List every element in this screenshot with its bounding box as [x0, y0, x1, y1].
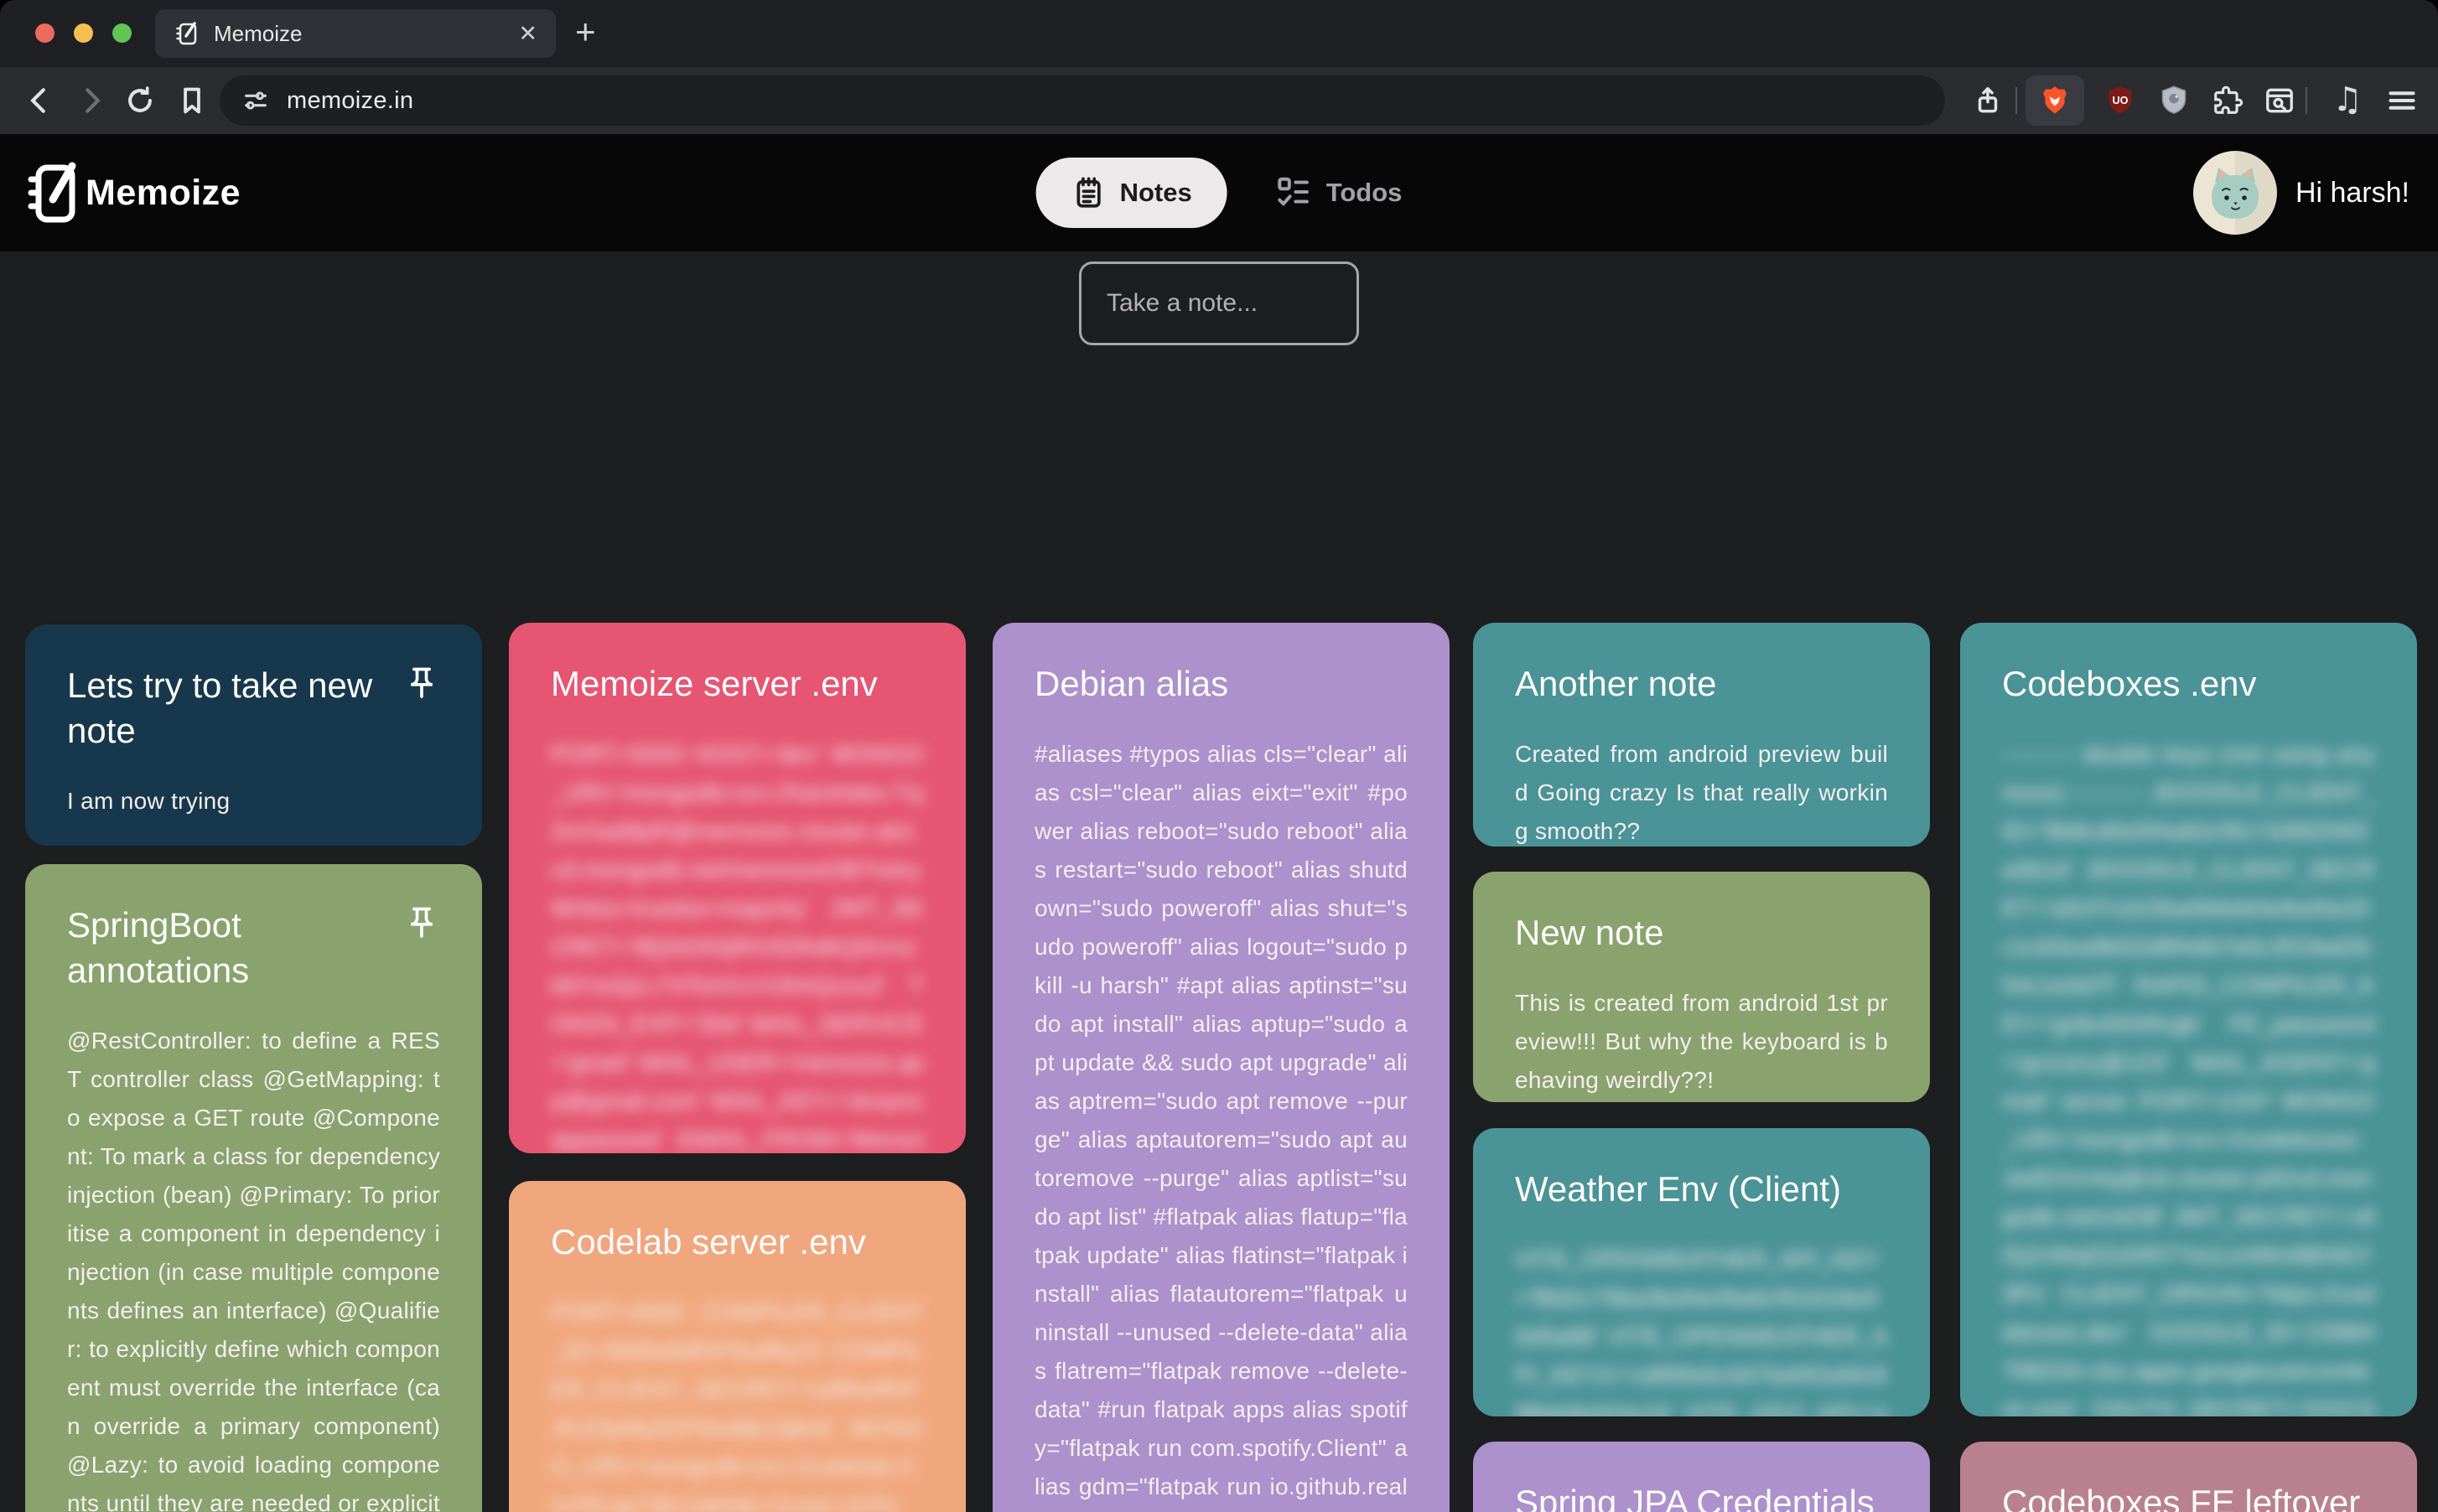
url-text: memoize.in [287, 87, 413, 115]
note-title: New note [1515, 910, 1888, 955]
forward-icon[interactable] [75, 85, 107, 117]
extensions-puzzle-icon[interactable] [2212, 85, 2243, 117]
url-bar[interactable]: memoize.in [220, 75, 1945, 126]
notes-board: Lets try to take new note I am now tryin… [0, 251, 2438, 1512]
note-card[interactable]: Weather Env (Client) VITE_OPENWEATHER_AP… [1473, 1128, 1930, 1416]
note-card[interactable]: Memoize server .env PORT=5000 HOST='dev'… [509, 623, 966, 1153]
tab-todos-label: Todos [1326, 178, 1403, 208]
checklist-icon [1274, 173, 1313, 212]
note-card[interactable]: Codelab server .env PORT=4000 COMPILER_C… [509, 1181, 966, 1512]
note-body: This is created from android 1st preview… [1515, 984, 1888, 1100]
toolbar-divider [2306, 87, 2307, 114]
redacted-text: VITE_OPENWEATHER_API_KEY='f8d2c79ba3bd4e… [1515, 1240, 1888, 1416]
note-title: Codeboxes FE leftover steps [2002, 1480, 2375, 1512]
note-card[interactable]: Debian alias #aliases #typos alias cls="… [993, 623, 1450, 1512]
note-title: Debian alias [1035, 661, 1408, 707]
privacy-shield-icon[interactable] [2158, 85, 2190, 117]
user-area[interactable]: Hi harsh! [2193, 134, 2409, 251]
note-title: Codeboxes .env [2002, 661, 2375, 707]
take-note-input[interactable] [1079, 261, 1359, 345]
note-card[interactable]: Codeboxes .env --------- double keys (no… [1960, 623, 2417, 1416]
redacted-text: PORT=4000 COMPILER_CLIENT_ID='6fd9s8dfDF… [551, 1299, 924, 1512]
tab-favicon-notebook-icon [174, 20, 200, 47]
note-card[interactable]: Spring JPA Credentials spring.applicatio… [1473, 1442, 1930, 1512]
ublock-origin-icon[interactable]: UO [2104, 85, 2136, 117]
note-body: Created from android preview build Going… [1515, 735, 1888, 847]
redacted-text: PORT=5000 HOST='dev' MONGO_URI='mongodb+… [551, 735, 924, 1153]
view-switcher: Notes Todos [1036, 134, 1403, 251]
reload-icon[interactable] [124, 85, 156, 117]
media-music-icon[interactable]: ♫ [2332, 80, 2363, 119]
note-card[interactable]: Another note Created from android previe… [1473, 623, 1930, 847]
tab-notes-label: Notes [1120, 178, 1192, 208]
svg-text:UO: UO [2113, 95, 2129, 106]
note-title: Weather Env (Client) [1515, 1167, 1888, 1212]
browser-tab[interactable]: Memoize ✕ [155, 9, 556, 58]
maximize-window-button[interactable] [112, 23, 132, 43]
close-window-button[interactable] [35, 23, 54, 43]
tab-todos[interactable]: Todos [1274, 173, 1403, 212]
brave-lion-icon [2038, 84, 2072, 117]
browser-window: Memoize ✕ + memoize.in [0, 0, 2438, 1512]
note-card[interactable]: SpringBoot annotations @RestController: … [25, 864, 482, 1512]
toolbar-divider [2015, 87, 2017, 114]
note-body: I am now trying [67, 782, 440, 821]
avatar[interactable] [2193, 151, 2277, 235]
brand-name: Memoize [86, 173, 241, 214]
share-icon[interactable] [1972, 85, 2004, 117]
search-tabs-icon[interactable] [2264, 85, 2295, 117]
note-card[interactable]: Codeboxes FE leftover steps 1. Write ser… [1960, 1442, 2417, 1512]
menu-hamburger-icon[interactable] [2386, 85, 2418, 117]
note-title: Memoize server .env [551, 661, 924, 707]
new-tab-button[interactable]: + [575, 12, 596, 52]
tab-notes[interactable]: Notes [1036, 158, 1227, 228]
note-card[interactable]: New note This is created from android 1s… [1473, 872, 1930, 1102]
note-title: Another note [1515, 661, 1888, 707]
note-title: Spring JPA Credentials [1515, 1480, 1888, 1512]
notepad-icon [1071, 175, 1107, 210]
pin-icon[interactable] [403, 665, 440, 702]
note-title: Lets try to take new note [67, 663, 393, 753]
redacted-text: --------- double keys (not using anymore… [2002, 735, 2375, 1416]
tab-close-icon[interactable]: ✕ [518, 21, 537, 47]
memoize-logo[interactable]: Memoize [25, 151, 241, 235]
pin-icon[interactable] [403, 904, 440, 941]
minimize-window-button[interactable] [74, 23, 93, 43]
brave-shields-button[interactable] [2026, 75, 2084, 126]
tab-title: Memoize [214, 21, 518, 47]
back-icon[interactable] [23, 85, 55, 117]
note-title: Codelab server .env [551, 1219, 924, 1265]
browser-tab-bar: Memoize ✕ + [0, 0, 2438, 67]
note-body: #aliases #typos alias cls="clear" alias … [1035, 735, 1408, 1512]
site-settings-tune-icon[interactable] [241, 86, 270, 115]
notebook-pen-icon [25, 151, 79, 235]
app-header: Memoize Notes [0, 134, 2438, 251]
user-greeting: Hi harsh! [2295, 177, 2409, 210]
browser-toolbar: memoize.in UO [0, 67, 2438, 134]
bookmark-icon[interactable] [176, 85, 208, 117]
note-body: @RestController: to define a REST contro… [67, 1022, 440, 1512]
note-title: SpringBoot annotations [67, 903, 393, 993]
note-card[interactable]: Lets try to take new note I am now tryin… [25, 624, 482, 846]
